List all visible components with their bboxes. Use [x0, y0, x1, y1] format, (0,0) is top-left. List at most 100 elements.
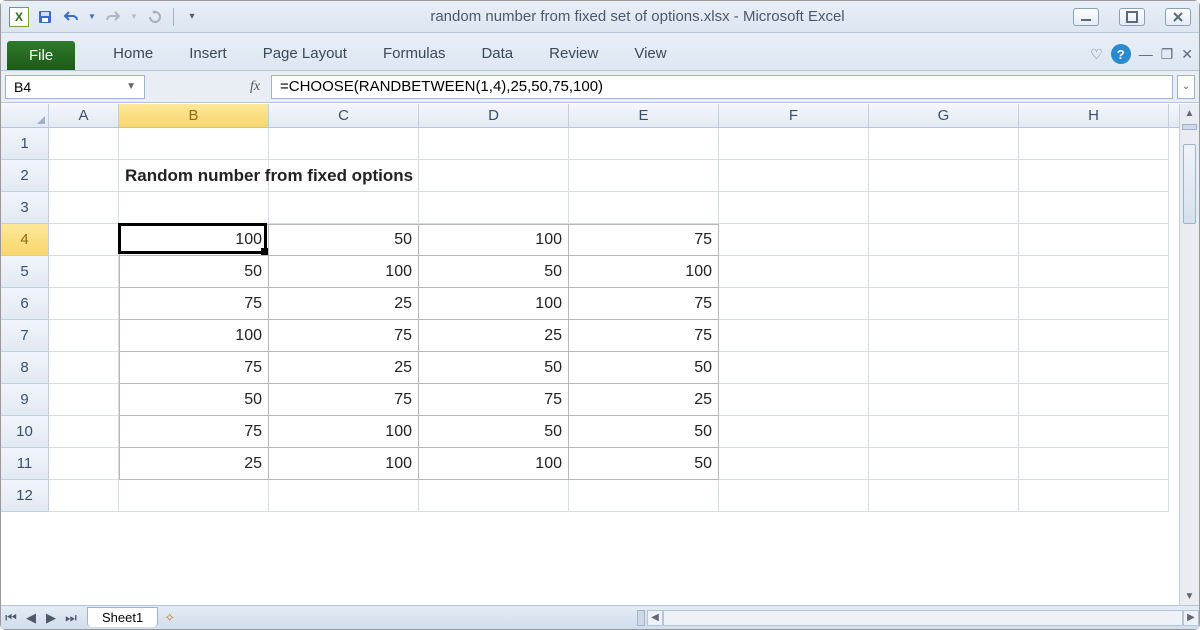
cell[interactable] — [49, 384, 119, 416]
row-header[interactable]: 11 — [1, 448, 49, 480]
cell[interactable]: 100 — [119, 224, 269, 256]
cell[interactable]: 75 — [119, 288, 269, 320]
cell[interactable] — [719, 448, 869, 480]
cell[interactable] — [1019, 256, 1169, 288]
cell[interactable] — [1019, 416, 1169, 448]
cell[interactable] — [869, 480, 1019, 512]
cell[interactable] — [869, 224, 1019, 256]
cell[interactable] — [569, 192, 719, 224]
cell[interactable] — [49, 416, 119, 448]
cell[interactable] — [719, 384, 869, 416]
cell[interactable] — [49, 128, 119, 160]
cell[interactable]: 75 — [419, 384, 569, 416]
cell[interactable] — [869, 128, 1019, 160]
row-header[interactable]: 2 — [1, 160, 49, 192]
sheet-nav-first-icon[interactable]: ⏮ — [2, 609, 20, 627]
cell[interactable]: 75 — [119, 352, 269, 384]
cell[interactable] — [869, 320, 1019, 352]
cell[interactable] — [869, 384, 1019, 416]
cell[interactable] — [419, 160, 569, 192]
col-header-e[interactable]: E — [569, 104, 719, 127]
cell[interactable] — [119, 192, 269, 224]
cell[interactable]: 100 — [419, 224, 569, 256]
name-box-dropdown-icon[interactable]: ▼ — [126, 81, 136, 92]
tab-view[interactable]: View — [616, 39, 684, 70]
scroll-down-icon[interactable]: ▼ — [1180, 587, 1199, 605]
cell[interactable] — [1019, 480, 1169, 512]
cell[interactable] — [719, 224, 869, 256]
cell[interactable] — [869, 352, 1019, 384]
cell[interactable]: 75 — [269, 384, 419, 416]
cell[interactable]: 100 — [419, 288, 569, 320]
cell[interactable]: 50 — [419, 352, 569, 384]
row-header[interactable]: 1 — [1, 128, 49, 160]
repeat-button[interactable] — [145, 7, 165, 27]
cell[interactable] — [719, 320, 869, 352]
workbook-close-icon[interactable]: ✕ — [1181, 46, 1193, 63]
cell[interactable] — [49, 352, 119, 384]
sheet-nav-next-icon[interactable]: ▶ — [42, 609, 60, 627]
col-header-d[interactable]: D — [419, 104, 569, 127]
col-header-a[interactable]: A — [49, 104, 119, 127]
sheet-tab[interactable]: Sheet1 — [87, 607, 158, 627]
cell[interactable]: 25 — [419, 320, 569, 352]
cell[interactable] — [49, 320, 119, 352]
cell[interactable]: 25 — [269, 288, 419, 320]
col-header-h[interactable]: H — [1019, 104, 1169, 127]
cell[interactable] — [419, 128, 569, 160]
workbook-restore-icon[interactable]: ❐ — [1161, 46, 1174, 63]
maximize-button[interactable] — [1119, 8, 1145, 26]
cell[interactable] — [719, 192, 869, 224]
cell[interactable] — [1019, 224, 1169, 256]
hsplit-handle[interactable] — [637, 610, 645, 626]
tab-formulas[interactable]: Formulas — [365, 39, 464, 70]
formula-bar-expand-icon[interactable]: ⌄ — [1177, 75, 1195, 99]
cell[interactable]: 25 — [119, 448, 269, 480]
cell[interactable]: 100 — [269, 256, 419, 288]
cell[interactable]: 75 — [569, 288, 719, 320]
scroll-left-icon[interactable]: ◀ — [647, 610, 663, 626]
hscroll-track[interactable] — [663, 610, 1183, 626]
cell[interactable]: 75 — [119, 416, 269, 448]
row-header[interactable]: 9 — [1, 384, 49, 416]
col-header-f[interactable]: F — [719, 104, 869, 127]
cell[interactable]: 100 — [569, 256, 719, 288]
row-header[interactable]: 4 — [1, 224, 49, 256]
tab-data[interactable]: Data — [463, 39, 531, 70]
row-header[interactable]: 8 — [1, 352, 49, 384]
workbook-minimize-icon[interactable]: — — [1139, 46, 1153, 62]
cell[interactable] — [49, 448, 119, 480]
cell[interactable] — [869, 192, 1019, 224]
tab-home[interactable]: Home — [95, 39, 171, 70]
cell[interactable]: 75 — [569, 224, 719, 256]
cell[interactable] — [419, 192, 569, 224]
cell[interactable]: 50 — [419, 256, 569, 288]
cell[interactable] — [569, 160, 719, 192]
cell[interactable] — [569, 128, 719, 160]
qat-customize-icon[interactable]: ▾ — [182, 7, 202, 27]
ribbon-minimize-icon[interactable]: ♡ — [1090, 46, 1103, 63]
scroll-right-icon[interactable]: ▶ — [1183, 610, 1199, 626]
cell[interactable] — [1019, 384, 1169, 416]
cell[interactable]: 100 — [269, 448, 419, 480]
name-box[interactable]: B4 ▼ — [5, 75, 145, 99]
cell[interactable] — [719, 288, 869, 320]
undo-button[interactable] — [61, 7, 81, 27]
minimize-button[interactable] — [1073, 8, 1099, 26]
tab-review[interactable]: Review — [531, 39, 616, 70]
undo-dropdown-icon[interactable]: ▼ — [87, 7, 97, 27]
cell[interactable] — [1019, 288, 1169, 320]
cell[interactable] — [869, 160, 1019, 192]
cell[interactable] — [119, 128, 269, 160]
cell[interactable]: 50 — [269, 224, 419, 256]
row-header[interactable]: 10 — [1, 416, 49, 448]
split-handle[interactable] — [1182, 124, 1197, 130]
cell[interactable] — [49, 224, 119, 256]
cell[interactable] — [1019, 320, 1169, 352]
cell[interactable]: 25 — [569, 384, 719, 416]
cell[interactable] — [269, 480, 419, 512]
cell[interactable]: 50 — [569, 416, 719, 448]
vertical-scrollbar[interactable]: ▲ ▼ — [1179, 104, 1199, 605]
cell[interactable] — [569, 480, 719, 512]
row-header[interactable]: 6 — [1, 288, 49, 320]
